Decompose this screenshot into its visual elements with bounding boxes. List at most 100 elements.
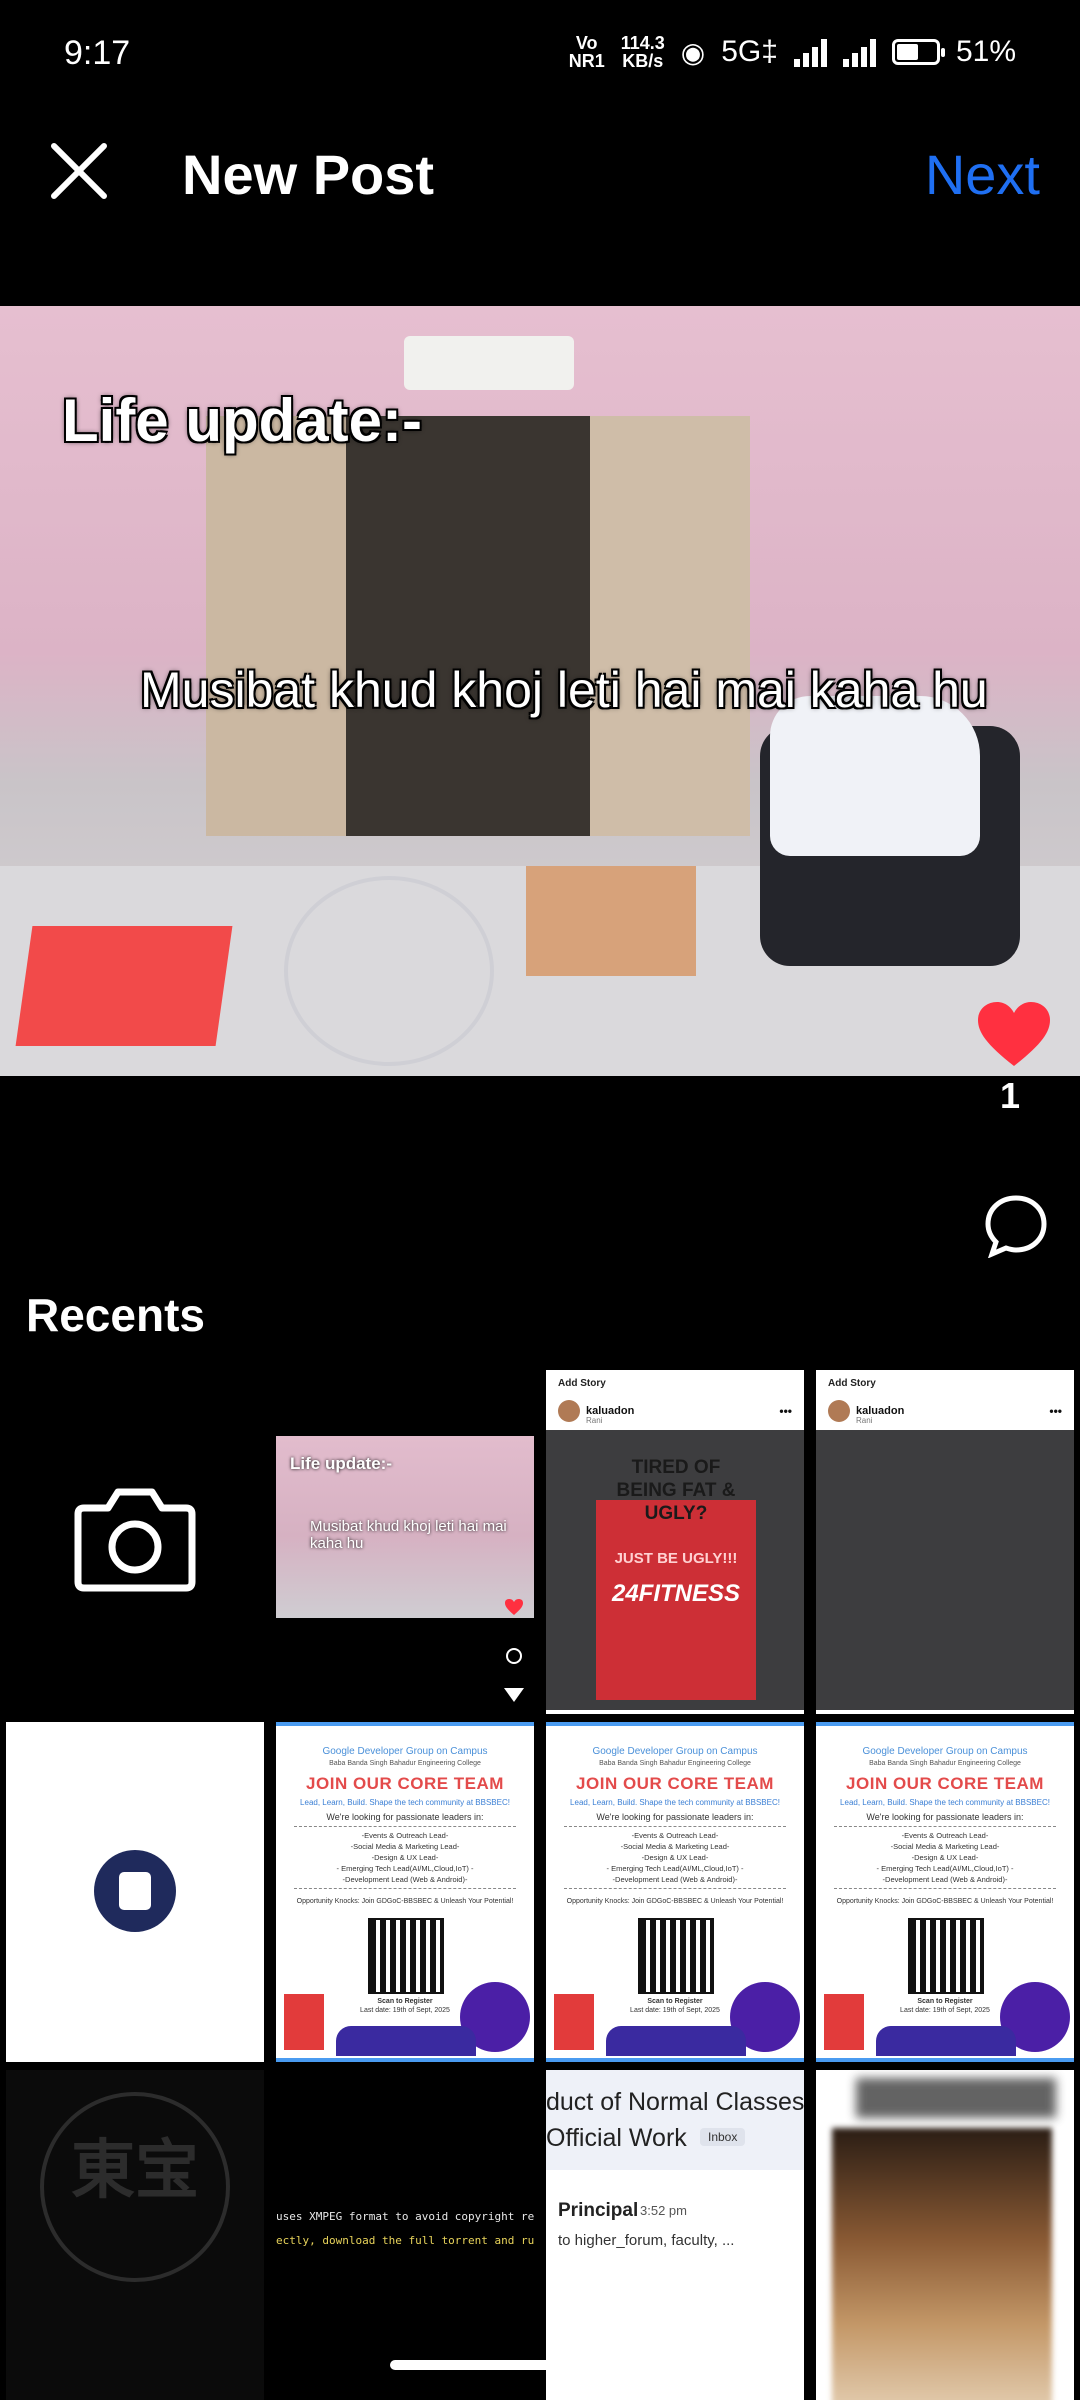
page-title: New Post <box>182 143 435 206</box>
camera-tile[interactable] <box>6 1374 264 1714</box>
media-thumb-poster-3[interactable]: Google Developer Group on Campus Baba Ba… <box>816 1722 1074 2062</box>
network-type: 5G‡ <box>721 35 778 68</box>
email-subject: duct of Normal Classes <box>546 2088 804 2116</box>
qr-code <box>908 1918 984 1994</box>
network-speed: 114.3 KB/s <box>620 33 665 71</box>
avatar <box>828 1400 850 1422</box>
poster-role: -Events & Outreach Lead- <box>361 1831 449 1840</box>
story-top-label: Add Story <box>828 1378 876 1389</box>
volte-indicator: Vo NR1 <box>568 33 605 71</box>
home-indicator[interactable] <box>390 2360 690 2370</box>
poster-tagline: Lead, Learn, Build. Shape the tech commu… <box>570 1798 780 1807</box>
media-thumb-email[interactable]: duct of Normal Classes Official Work Inb… <box>546 2070 804 2400</box>
battery-fill <box>896 44 919 60</box>
poster-org: Google Developer Group on Campus <box>322 1746 488 1757</box>
terminal-line: uses XMPEG format to avoid copyright re <box>276 2210 534 2223</box>
app-logo-inner <box>119 1872 151 1910</box>
poster-role: -Events & Outreach Lead- <box>631 1831 719 1840</box>
poster-title: JOIN OUR CORE TEAM <box>846 1774 1044 1793</box>
thumb-caption-line2: Musibat khud khoj leti hai mai kaha hu <box>310 1518 507 1552</box>
poster-role: -Design & UX Lead- <box>371 1853 439 1862</box>
sign-text: TIRED OF BEING FAT & UGLY? <box>616 1457 736 1524</box>
qr-code <box>638 1918 714 1994</box>
app-logo-icon <box>94 1850 176 1932</box>
media-thumb-dark-logo[interactable]: 東宝 <box>6 2070 264 2400</box>
media-thumb-video[interactable]: Life update:- Musibat khud khoj leti hai… <box>276 1374 534 1714</box>
heart-icon[interactable] <box>976 1000 1052 1070</box>
blurred-image <box>832 2128 1052 2400</box>
qr-code <box>368 1918 444 1994</box>
status-bar: 9:17 Vo NR1 114.3 KB/s ◉ 5G‡ 51% <box>0 0 1080 112</box>
poster-tagline: Lead, Learn, Build. Shape the tech commu… <box>300 1798 510 1807</box>
battery-percent: 51% <box>955 35 1016 68</box>
battery-icon <box>891 39 945 65</box>
preview-fan <box>284 876 494 1066</box>
poster-role: - Emerging Tech Lead(AI/ML,Cloud,IoT) - <box>876 1864 1014 1873</box>
camera-icon <box>74 1488 196 1592</box>
mini-comment-icon <box>506 1648 522 1664</box>
preview-person <box>770 696 980 856</box>
sign-brand: 24FITNESS <box>611 1580 741 1607</box>
poster-role: -Design & UX Lead- <box>641 1853 709 1862</box>
logo-glyph: 東宝 <box>71 2134 199 2206</box>
email-recipients: to higher_forum, faculty, ... <box>558 2232 735 2249</box>
poster-role: -Development Lead (Web & Android)- <box>342 1875 468 1884</box>
poster-sub: Baba Banda Singh Bahadur Engineering Col… <box>599 1760 751 1767</box>
preview-red-object <box>15 926 233 1046</box>
media-thumb-story-1[interactable]: Add Story kaluadon Rani ••• TIRED OF BEI… <box>546 1370 804 1714</box>
poster-role: -Events & Outreach Lead- <box>901 1831 989 1840</box>
close-icon[interactable] <box>44 136 114 206</box>
status-icons: Vo NR1 114.3 KB/s ◉ 5G‡ 51% <box>569 34 1016 70</box>
poster-org: Google Developer Group on Campus <box>862 1746 1028 1757</box>
poster-dino <box>554 1994 594 2050</box>
preview-curtain-left <box>206 416 346 836</box>
poster-role: -Development Lead (Web & Android)- <box>882 1875 1008 1884</box>
poster-opportunity: Opportunity Knocks: Join GDGoC-BBSBEC & … <box>836 1898 1054 1905</box>
mini-heart-icon <box>505 1599 523 1615</box>
avatar <box>558 1400 580 1422</box>
email-badge: Inbox <box>700 2128 746 2146</box>
next-button[interactable]: Next <box>925 142 1040 207</box>
poster-role: -Social Media & Marketing Lead- <box>890 1842 1000 1851</box>
media-thumb-app[interactable] <box>6 1722 264 2062</box>
poster-role: -Social Media & Marketing Lead- <box>620 1842 730 1851</box>
poster-role: -Design & UX Lead- <box>911 1853 979 1862</box>
media-thumb-poster-2[interactable]: Google Developer Group on Campus Baba Ba… <box>546 1722 804 2062</box>
signal-icon-2 <box>842 37 876 67</box>
story-top-label: Add Story <box>558 1378 606 1389</box>
media-thumb-terminal[interactable]: uses XMPEG format to avoid copyright re … <box>276 2070 534 2400</box>
poster-role: -Development Lead (Web & Android)- <box>612 1875 738 1884</box>
more-icon: ••• <box>1049 1404 1062 1418</box>
header: New Post Next <box>0 112 1080 236</box>
story-subtitle: Rani <box>586 1416 603 1425</box>
like-count: 1 <box>1000 1075 1021 1116</box>
poster-role: -Social Media & Marketing Lead- <box>350 1842 460 1851</box>
media-thumb-poster-1[interactable]: Google Developer Group on Campus Baba Ba… <box>276 1722 534 2062</box>
sign-ugly: JUST BE UGLY!!! <box>614 1550 738 1567</box>
poster-decoration <box>876 2026 1016 2056</box>
post-preview[interactable]: Life update:- Musibat khud khoj leti hai… <box>0 306 1080 1076</box>
story-subtitle: Rani <box>856 1416 873 1425</box>
poster-decoration <box>336 2026 476 2056</box>
preview-ac <box>404 336 574 390</box>
poster-org: Google Developer Group on Campus <box>592 1746 758 1757</box>
poster-title: JOIN OUR CORE TEAM <box>576 1774 774 1793</box>
preview-curtain-right <box>590 416 750 836</box>
recents-label[interactable]: Recents <box>26 1288 205 1342</box>
poster-roles: -Events & Outreach Lead- -Social Media &… <box>834 1826 1056 1889</box>
poster-opportunity: Opportunity Knocks: Join GDGoC-BBSBEC & … <box>296 1898 514 1905</box>
poster-opportunity: Opportunity Knocks: Join GDGoC-BBSBEC & … <box>566 1898 784 1905</box>
media-thumb-story-2[interactable]: Add Story kaluadon Rani ••• <box>816 1370 1074 1714</box>
media-grid: Life update:- Musibat khud khoj leti hai… <box>6 1370 1074 2400</box>
poster-sub: Baba Banda Singh Bahadur Engineering Col… <box>869 1760 1021 1767</box>
story-image <box>816 1430 1074 1710</box>
preview-caption-line2: Musibat khud khoj leti hai mai kaha hu <box>140 662 988 718</box>
poster-role: - Emerging Tech Lead(AI/ML,Cloud,IoT) - <box>336 1864 474 1873</box>
comment-icon[interactable] <box>984 1194 1048 1258</box>
email-subject: Official Work <box>546 2124 687 2152</box>
status-time: 9:17 <box>64 34 131 72</box>
hotspot-icon: ◉ <box>680 36 706 68</box>
poster-tagline: Lead, Learn, Build. Shape the tech commu… <box>840 1798 1050 1807</box>
media-thumb-blurred[interactable] <box>816 2070 1074 2400</box>
poster-looking: We're looking for passionate leaders in: <box>326 1812 484 1822</box>
